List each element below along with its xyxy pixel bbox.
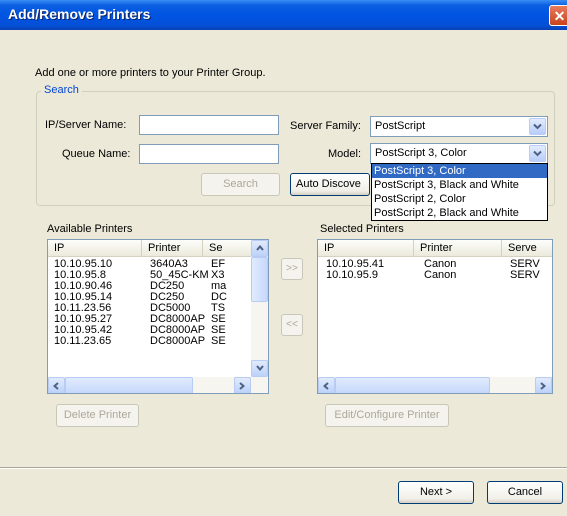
ip-cell: 10.10.90.46 (54, 281, 113, 292)
model-option[interactable]: PostScript 3, Black and White (372, 178, 547, 192)
model-option[interactable]: PostScript 2, Black and White (372, 206, 547, 220)
available-printers-list[interactable]: IP Printer Se 10.10.95.10 3640A3 EF 10.10.9… (47, 239, 269, 394)
table-row[interactable]: 10.10.95.42 DC8000AP SE (48, 325, 258, 336)
scroll-thumb[interactable] (65, 377, 193, 393)
horizontal-scrollbar[interactable] (318, 377, 552, 393)
server-cell: SERV (510, 259, 540, 270)
list-header: IP Printer Se (48, 240, 253, 257)
ip-cell: 10.10.95.9 (326, 270, 378, 281)
selected-printers-label: Selected Printers (320, 223, 404, 235)
queue-name-label: Queue Name: (62, 148, 131, 160)
delete-printer-button[interactable]: Delete Printer (56, 404, 139, 427)
printer-cell: DC250 (150, 281, 185, 292)
model-option[interactable]: PostScript 2, Color (372, 192, 547, 206)
model-label: Model: (328, 148, 362, 160)
printer-cell: DC8000AP (150, 325, 206, 336)
add-remove-printers-dialog: Add/Remove Printers ✕ Add one or more pr… (0, 0, 567, 516)
ip-cell: 10.10.95.8 (54, 270, 106, 281)
scroll-left-icon[interactable] (48, 377, 65, 393)
cancel-button[interactable]: Cancel (487, 481, 563, 504)
server-family-value: PostScript (375, 120, 426, 132)
model-select[interactable]: PostScript 3, Color (370, 143, 548, 164)
chevron-down-icon[interactable] (529, 145, 546, 162)
printer-cell: DC250 (150, 292, 185, 303)
window-title: Add/Remove Printers (8, 6, 151, 22)
printer-cell: DC8000AP (150, 336, 206, 347)
printer-cell: DC5000 (150, 303, 191, 314)
scroll-right-icon[interactable] (535, 377, 552, 393)
selected-printers-list[interactable]: IP Printer Serve 10.10.95.41 Canon SERV 10.… (317, 239, 553, 394)
intro-text: Add one or more printers to your Printer… (35, 67, 266, 79)
table-row[interactable]: 10.10.95.8 50_45C-KM X3 (48, 270, 258, 281)
ip-cell: 10.10.95.10 (54, 259, 113, 270)
horizontal-scrollbar[interactable] (48, 377, 268, 393)
table-row[interactable]: 10.10.95.10 3640A3 EF (48, 259, 258, 270)
vertical-scrollbar[interactable] (251, 240, 268, 377)
search-group-label: Search (41, 84, 82, 96)
server-cell: EF (211, 259, 226, 270)
ip-cell: 10.10.95.42 (54, 325, 113, 336)
column-header-printer[interactable]: Printer (414, 240, 502, 256)
ip-cell: 10.10.95.41 (326, 259, 385, 270)
server-cell: ma (211, 281, 227, 292)
remove-from-selected-button[interactable]: << (281, 314, 303, 336)
ip-server-name-input[interactable] (139, 115, 279, 135)
column-header-printer[interactable]: Printer (142, 240, 203, 256)
scroll-thumb[interactable] (335, 377, 490, 393)
auto-discover-button[interactable]: Auto Discove (290, 173, 370, 196)
server-cell: SE (211, 314, 226, 325)
model-option[interactable]: PostScript 3, Color (372, 164, 547, 178)
column-header-ip[interactable]: IP (48, 240, 142, 256)
server-cell: DC (211, 292, 227, 303)
ip-cell: 10.10.95.27 (54, 314, 113, 325)
scroll-thumb[interactable] (251, 257, 268, 302)
chevron-down-icon[interactable] (529, 118, 546, 135)
footer-separator (0, 467, 567, 469)
server-family-select[interactable]: PostScript (370, 116, 548, 137)
scroll-right-icon[interactable] (234, 377, 251, 393)
model-dropdown-list[interactable]: PostScript 3, Color PostScript 3, Black … (371, 163, 548, 221)
server-cell: SE (211, 336, 226, 347)
server-cell: SERV (510, 270, 540, 281)
column-header-ip[interactable]: IP (318, 240, 414, 256)
ip-cell: 10.11.23.56 (54, 303, 112, 314)
list-header: IP Printer Serve (318, 240, 552, 257)
scroll-up-icon[interactable] (251, 240, 268, 257)
server-family-label: Server Family: (290, 120, 361, 132)
table-row[interactable]: 10.10.95.9 Canon SERV (318, 270, 540, 281)
available-printers-label: Available Printers (47, 223, 133, 235)
edit-configure-printer-button[interactable]: Edit/Configure Printer (325, 404, 449, 427)
add-to-selected-button[interactable]: >> (281, 258, 303, 280)
server-cell: X3 (211, 270, 225, 281)
table-row[interactable]: 10.11.23.65 DC8000AP SE (48, 336, 258, 347)
printer-cell: 50_45C-KM (150, 270, 208, 281)
column-header-server[interactable]: Se (203, 240, 253, 256)
printer-cell: Canon (424, 259, 457, 270)
column-header-server[interactable]: Serve (502, 240, 552, 256)
search-button[interactable]: Search (201, 173, 280, 196)
next-button[interactable]: Next > (398, 481, 474, 504)
scroll-down-icon[interactable] (251, 360, 268, 377)
queue-name-input[interactable] (139, 144, 279, 164)
table-row[interactable]: 10.10.95.41 Canon SERV (318, 259, 540, 270)
server-cell: TS (211, 303, 226, 314)
table-row[interactable]: 10.11.23.56 DC5000 TS (48, 303, 258, 314)
printer-cell: 3640A3 (150, 259, 188, 270)
scroll-left-icon[interactable] (318, 377, 335, 393)
title-bar[interactable]: Add/Remove Printers ✕ (0, 0, 567, 30)
close-button[interactable]: ✕ (549, 5, 567, 26)
printer-cell: DC8000AP (150, 314, 206, 325)
ip-cell: 10.10.95.14 (54, 292, 113, 303)
server-cell: SE (211, 325, 226, 336)
ip-cell: 10.11.23.65 (54, 336, 112, 347)
model-value: PostScript 3, Color (375, 147, 467, 159)
printer-cell: Canon (424, 270, 457, 281)
table-row[interactable]: 10.10.95.27 DC8000AP SE (48, 314, 258, 325)
table-row[interactable]: 10.10.90.46 DC250 ma (48, 281, 258, 292)
table-row[interactable]: 10.10.95.14 DC250 DC (48, 292, 258, 303)
ip-server-name-label: IP/Server Name: (45, 119, 127, 131)
